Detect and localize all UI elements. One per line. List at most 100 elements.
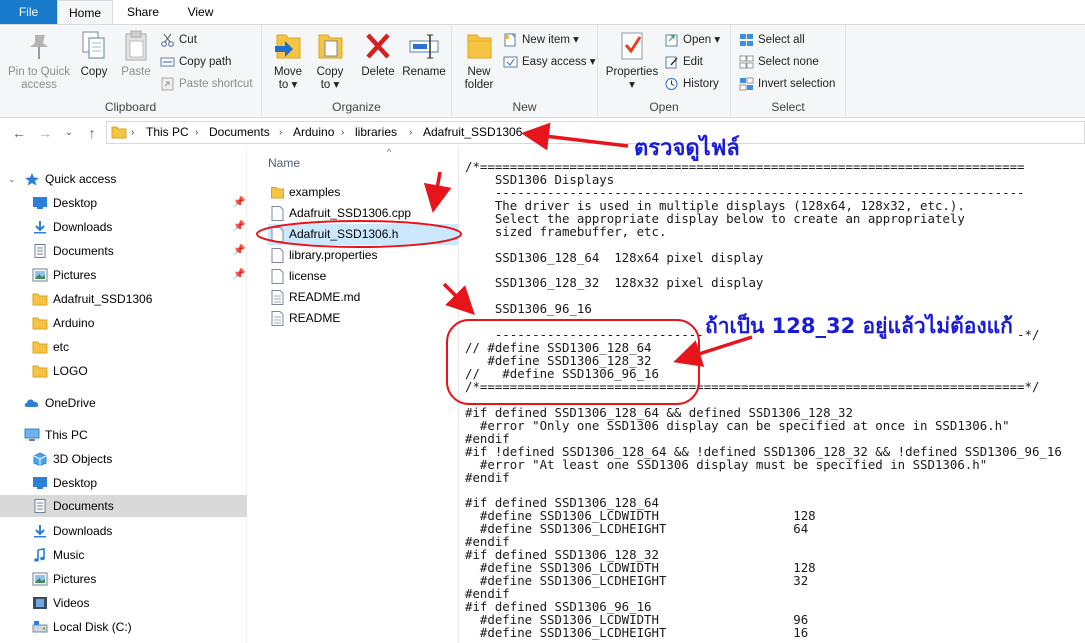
select-none-button[interactable]: Select none [739,52,819,72]
chevron-down-icon[interactable]: ⌄ [8,168,16,190]
rename-icon [409,34,439,59]
easy-access-button[interactable]: Easy access ▾ [503,52,596,72]
breadcrumb-separator[interactable]: › [409,122,412,143]
open-button[interactable]: Open ▾ [664,30,720,50]
documents-icon [34,244,46,258]
preview-pane[interactable]: /*======================================… [458,148,1085,643]
edit-button[interactable]: Edit [664,52,703,72]
nav-item-desktop[interactable]: Desktop 📌 [0,192,247,214]
new-folder-label-line2: folder [464,79,494,91]
breadcrumb-this-pc[interactable]: This PC [146,122,189,143]
pin-to-quick-access-button[interactable]: Pin to Quick access [4,29,74,92]
paste-shortcut-button[interactable]: Paste shortcut [160,74,253,94]
nav-item-label: Pictures [53,572,97,586]
move-to-button[interactable]: Move to ▾ [268,29,308,92]
breadcrumb-arduino[interactable]: Arduino [293,122,334,143]
nav-item-music[interactable]: Music [0,544,247,566]
nav-item-local-disk[interactable]: Local Disk (C:) [0,616,247,638]
breadcrumb-adafruit-ssd1306[interactable]: Adafruit_SSD1306 [423,122,522,143]
nav-item-logo[interactable]: LOGO [0,360,247,382]
nav-item-etc[interactable]: etc [0,336,247,358]
nav-item-label: Arduino [53,316,95,330]
invert-selection-button[interactable]: Invert selection [739,74,835,94]
breadcrumb-separator[interactable]: › [195,122,198,143]
breadcrumb-separator[interactable]: › [131,122,134,143]
folder-icon [32,293,48,306]
nav-this-pc[interactable]: This PC [0,424,247,446]
file-item-label: library.properties [289,248,378,262]
file-item-readme[interactable]: README [268,308,448,329]
videos-icon [33,597,47,609]
code-line: #define SSD1306_LCDHEIGHT 64 [465,521,809,537]
recent-locations-icon[interactable]: ⌄ [60,124,78,142]
nav-item-3d-objects[interactable]: 3D Objects [0,448,247,470]
copy-button[interactable]: Copy [76,29,112,79]
nav-item-documents-selected[interactable]: Documents [0,495,247,517]
properties-button[interactable]: Properties ▾ [604,29,660,92]
nav-onedrive[interactable]: OneDrive [0,392,247,414]
back-icon[interactable]: ← [10,124,28,142]
nav-item-label: Music [53,548,85,562]
pin-icon[interactable]: 📌 [233,216,245,238]
file-item-examples[interactable]: examples [268,182,448,203]
file-item-library-properties[interactable]: library.properties [268,245,448,266]
new-folder-button[interactable]: New folder [458,29,500,92]
pin-icon[interactable]: 📌 [233,264,245,286]
nav-item-adafruit-ssd1306[interactable]: Adafruit_SSD1306 [0,288,247,310]
local-disk-icon [32,621,48,633]
open-icon [665,34,678,47]
copy-path-icon [160,57,175,67]
breadcrumb-libraries[interactable]: libraries [355,122,397,143]
cut-button[interactable]: Cut [160,30,197,50]
file-item-cpp[interactable]: Adafruit_SSD1306.cpp [268,203,448,224]
annotation-128-32-note: ถ้าเป็น 128_32 อยู่แล้วไม่ต้องแก้ [703,310,1015,343]
nav-item-pictures[interactable]: Pictures [0,568,247,590]
new-item-button[interactable]: New item ▾ [503,30,579,50]
edit-label: Edit [683,56,703,68]
tab-home[interactable]: Home [57,0,113,24]
forward-icon[interactable]: → [36,124,54,142]
nav-item-arduino[interactable]: Arduino [0,312,247,334]
tab-view[interactable]: View [173,0,228,24]
breadcrumb-separator[interactable]: › [341,122,344,143]
folder-icon [32,365,48,378]
pin-label-line2: access [21,79,57,91]
text-file-icon [271,290,284,305]
folder-icon [32,317,48,330]
delete-button[interactable]: Delete [358,29,398,79]
delete-icon [366,33,390,59]
history-label: History [683,78,719,90]
pin-icon[interactable]: 📌 [233,192,245,214]
tab-share[interactable]: Share [113,0,173,24]
invert-selection-label: Invert selection [758,78,836,90]
address-bar[interactable]: › This PC › Documents › Arduino › librar… [106,121,1085,144]
file-icon [271,269,284,284]
nav-quick-access[interactable]: ⌄ Quick access [0,168,247,190]
computer-icon [24,428,40,441]
breadcrumb-documents[interactable]: Documents [209,122,270,143]
nav-item-label: LOGO [53,364,88,378]
nav-item-desktop[interactable]: Desktop [0,472,247,494]
name-column-header[interactable]: Name [268,156,300,170]
properties-icon [621,32,643,60]
nav-item-downloads[interactable]: Downloads [0,520,247,542]
nav-item-downloads[interactable]: Downloads 📌 [0,216,247,238]
tab-file[interactable]: File [0,0,57,24]
nav-item-label: 3D Objects [53,452,113,466]
file-item-readme-md[interactable]: README.md [268,287,448,308]
file-item-license[interactable]: license [268,266,448,287]
select-all-button[interactable]: Select all [739,30,805,50]
paste-button[interactable]: Paste [116,29,156,79]
paste-shortcut-label: Paste shortcut [179,78,253,90]
rename-button[interactable]: Rename [402,29,446,79]
pin-icon[interactable]: 📌 [233,240,245,262]
nav-item-pictures[interactable]: Pictures 📌 [0,264,247,286]
history-button[interactable]: History [664,74,719,94]
breadcrumb-separator[interactable]: › [279,122,282,143]
copy-path-button[interactable]: Copy path [160,52,231,72]
copy-to-button[interactable]: Copy to ▾ [310,29,350,92]
nav-item-videos[interactable]: Videos [0,592,247,614]
up-icon[interactable]: ↑ [83,124,101,142]
nav-item-documents[interactable]: Documents 📌 [0,240,247,262]
file-item-header-selected[interactable]: Adafruit_SSD1306.h [268,224,460,245]
